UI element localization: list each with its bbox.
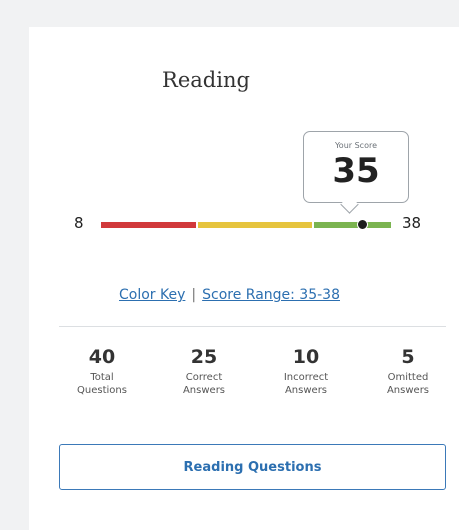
score-value: 35 (332, 151, 380, 191)
score-marker (357, 219, 368, 230)
stat-label-line2: Answers (386, 385, 430, 396)
color-key-link[interactable]: Color Key (119, 287, 185, 303)
scale-segment (101, 222, 196, 228)
scale-segment (197, 222, 312, 228)
stat-label-line1: Incorrect (283, 372, 329, 383)
stat-label-line2: Answers (284, 385, 328, 396)
stats-row: 40 Total Questions 25 Correct Answers 10… (59, 345, 451, 397)
stat-label-line2: Answers (182, 385, 226, 396)
reading-questions-button[interactable]: Reading Questions (59, 444, 446, 490)
score-scale-bar (101, 219, 391, 230)
score-links: Color Key | Score Range: 35-38 (0, 287, 459, 303)
stat-label-line1: Total (90, 372, 114, 383)
scale-segment (313, 222, 391, 228)
stat-omitted-answers: 5 Omitted Answers (365, 345, 451, 397)
link-separator: | (191, 287, 197, 303)
scale-max-label: 38 (402, 214, 422, 232)
stat-label-line1: Omitted (387, 372, 429, 383)
score-callout: Your Score 35 (303, 131, 409, 203)
stat-total-questions: 40 Total Questions (59, 345, 145, 397)
score-caption: Your Score (334, 141, 378, 150)
divider (59, 326, 446, 327)
stat-correct-answers: 25 Correct Answers (161, 345, 247, 397)
stat-value: 10 (292, 346, 320, 368)
stat-incorrect-answers: 10 Incorrect Answers (263, 345, 349, 397)
score-range-link[interactable]: Score Range: 35-38 (202, 287, 340, 303)
scale-min-label: 8 (74, 214, 84, 232)
stat-value: 40 (88, 346, 116, 368)
stat-value: 25 (190, 346, 218, 368)
stat-label-line2: Questions (77, 385, 127, 396)
stat-label-line1: Correct (185, 372, 223, 383)
stat-value: 5 (401, 346, 415, 368)
section-title: Reading (162, 68, 250, 92)
